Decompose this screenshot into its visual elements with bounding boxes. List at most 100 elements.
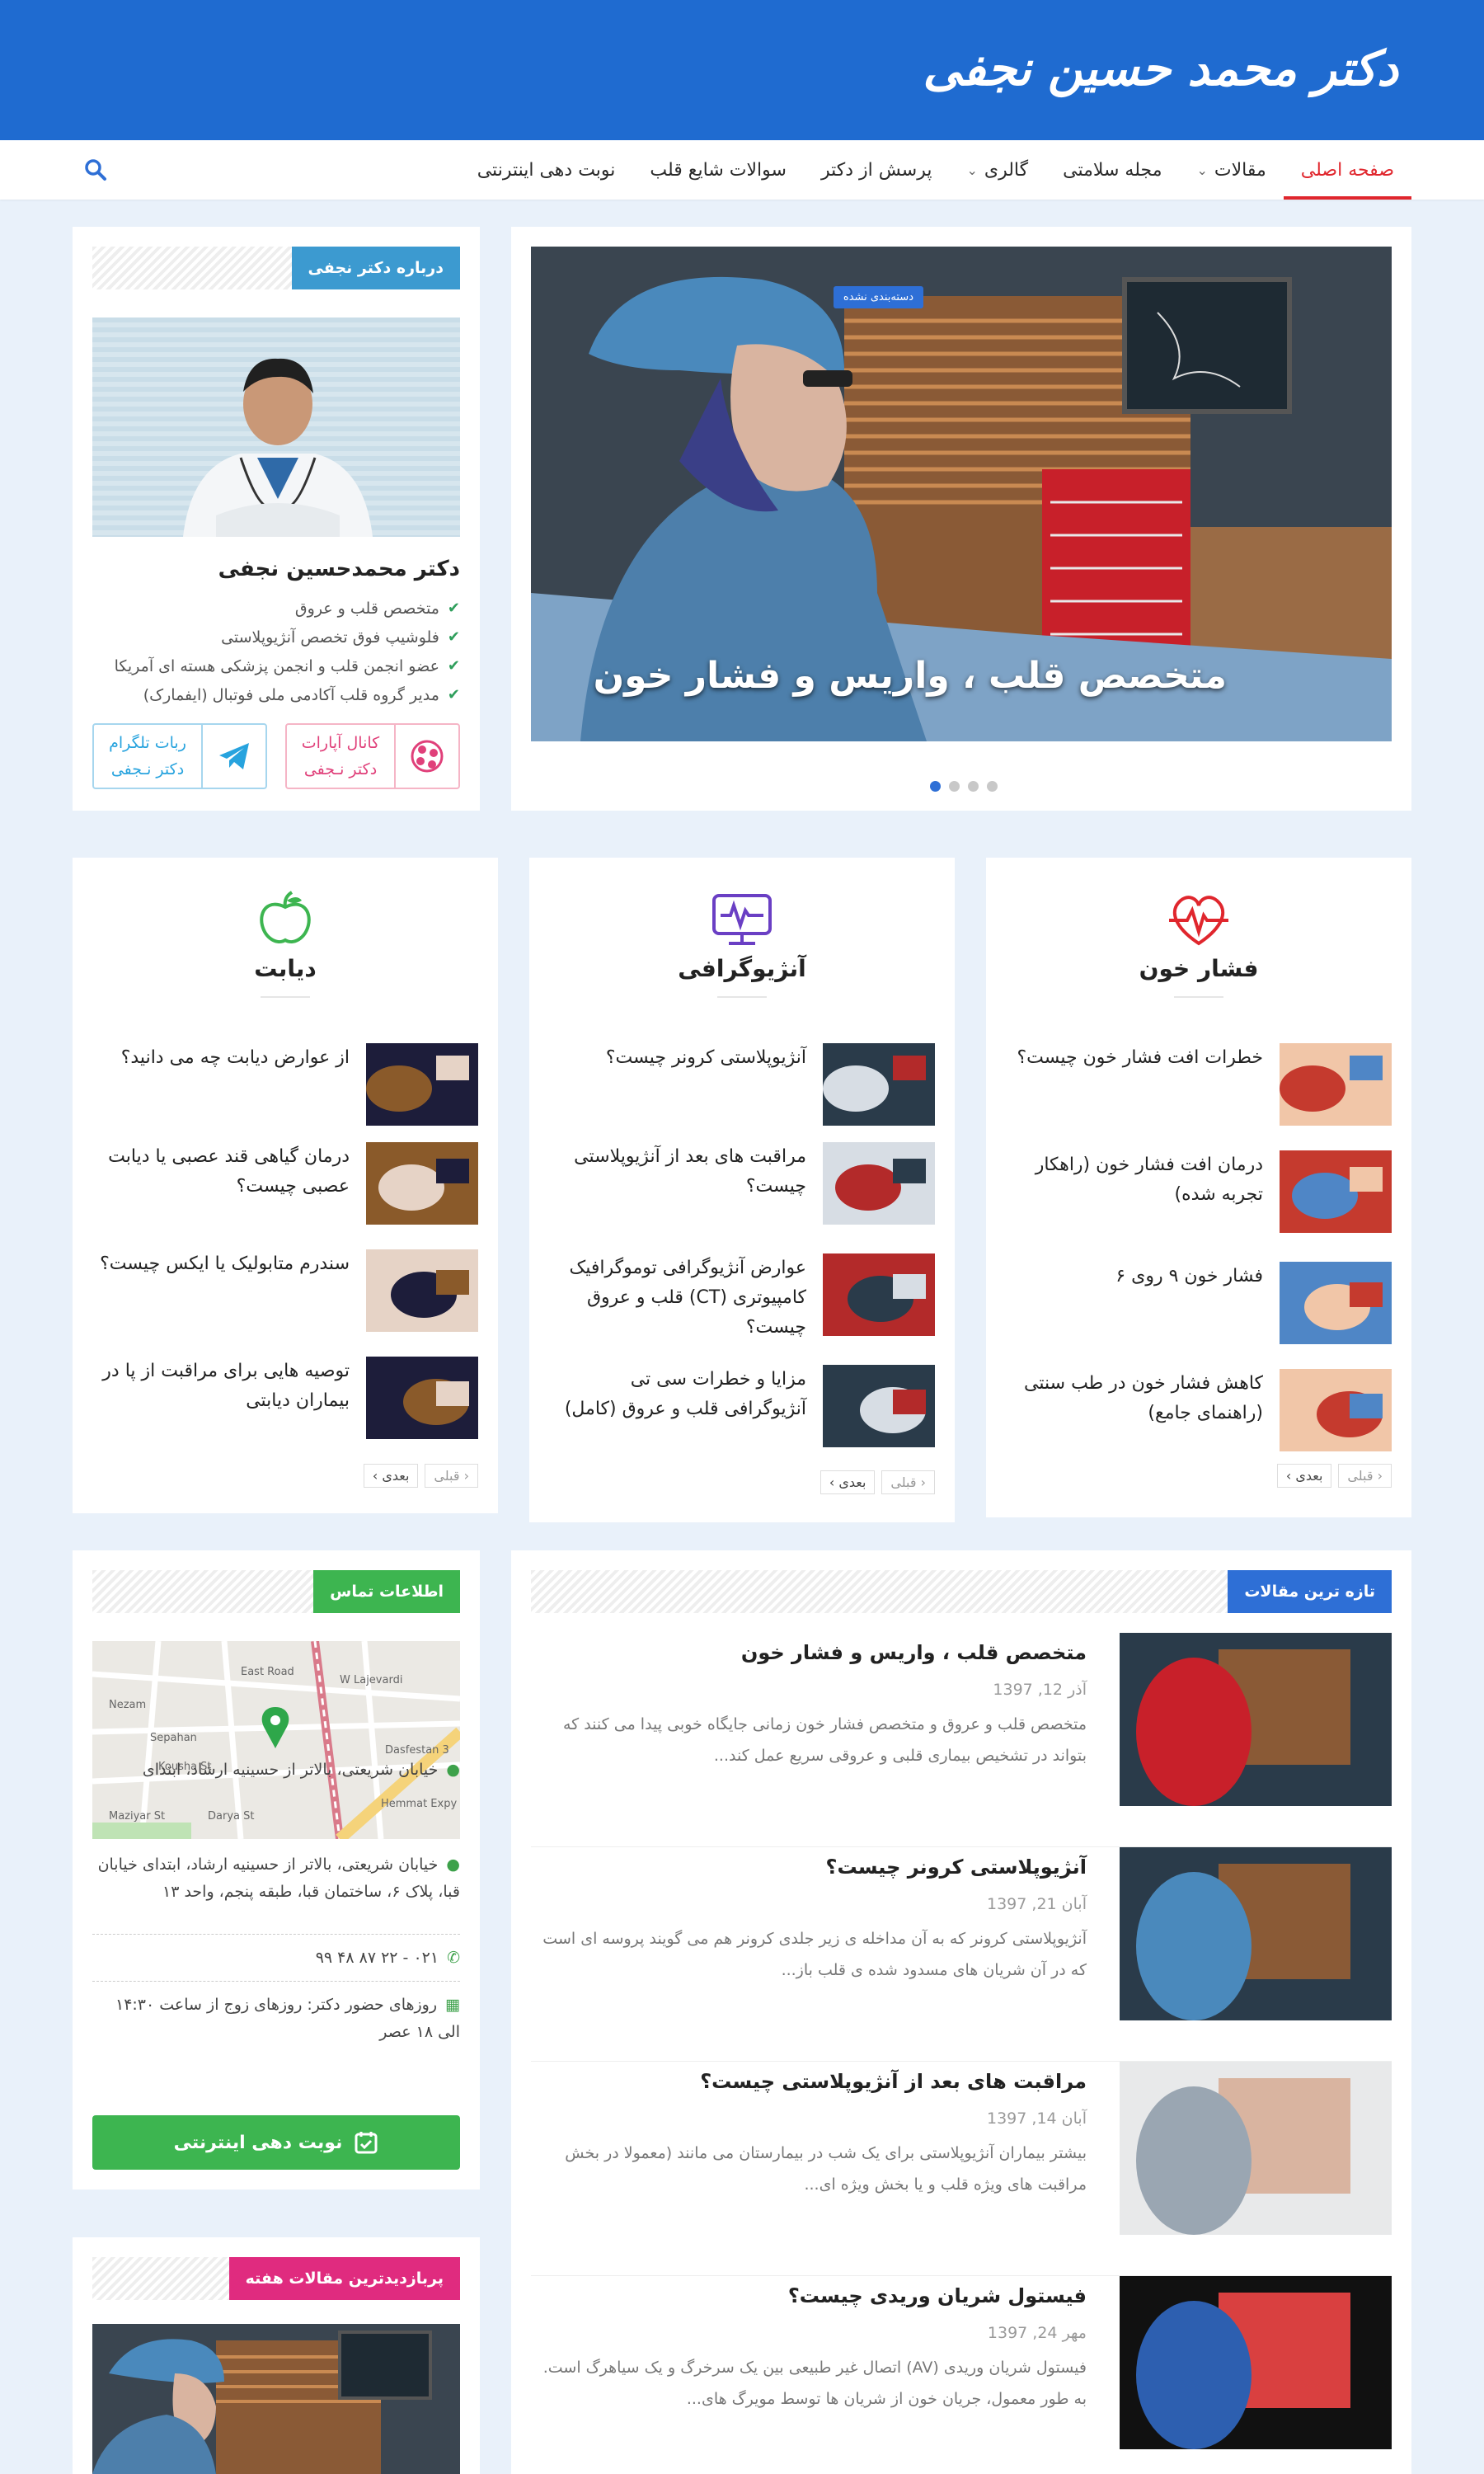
hero-slide[interactable]: دسته‌بندی نشده متخصص قلب ، واریس و فشار … [531, 247, 1392, 741]
category-article[interactable]: از عوارض دیابت چه می دانید؟ [92, 1043, 478, 1129]
check-icon: ✔ [447, 600, 460, 617]
article-thumbnail[interactable] [1280, 1150, 1392, 1233]
article-title[interactable]: سندرم متابولیک یا ایکس چیست؟ [100, 1249, 350, 1335]
calendar-check-icon [355, 2132, 378, 2154]
category-article[interactable]: درمان افت فشار خون (راهکار تجربه شده) [1006, 1150, 1392, 1236]
nav-item-2[interactable]: مجله سلامتی [1045, 140, 1179, 200]
article-thumbnail[interactable] [366, 1142, 478, 1225]
article-title[interactable]: درمان گیاهی قند عصبی یا دیابت عصبی چیست؟ [92, 1142, 350, 1228]
nav-item-0[interactable]: صفحه اصلی [1283, 140, 1411, 200]
article-image[interactable] [1120, 1847, 1392, 2020]
nav-item-3[interactable]: گالری ⌄ [949, 140, 1045, 200]
slider-dot[interactable] [949, 781, 960, 792]
nav-item-4[interactable]: پرسش از دکتر [804, 140, 950, 200]
next-button[interactable]: بعدی › [1276, 1464, 1332, 1488]
site-logo[interactable]: دکتر محمد حسین نجفی [923, 15, 1410, 122]
hero-slider: دسته‌بندی نشده متخصص قلب ، واریس و فشار … [511, 227, 1411, 811]
category-blood-pressure: فشار خون خطرات افت فشار خون چیست؟ درمان ا… [986, 858, 1411, 1517]
credentials-list: ✔ متخصص قلب و عروق ✔ فلوشیپ فوق تخصص آنژیوپ… [115, 594, 460, 709]
prev-button[interactable]: ‹ قبلی [881, 1470, 935, 1494]
article-thumbnail[interactable] [823, 1043, 935, 1126]
next-button[interactable]: بعدی › [819, 1470, 876, 1494]
address-full: ●خیابان شریعتی، بالاتر از حسینیه ارشاد، … [97, 1856, 460, 1901]
map-label: W Lajevardi [340, 1674, 403, 1686]
apple-icon [260, 891, 311, 943]
article-thumbnail[interactable] [823, 1142, 935, 1225]
slider-dot[interactable] [930, 781, 941, 792]
article-title[interactable]: فیستول شریان وریدی چیست؟ [788, 2284, 1087, 2307]
category-article[interactable]: کاهش فشار خون در طب سنتی (راهنمای جامع) [1006, 1369, 1392, 1455]
article-title[interactable]: عوارض آنژیوگرافی توموگرافیک کامپیوتری (C… [549, 1253, 806, 1339]
article-title[interactable]: از عوارض دیابت چه می دانید؟ [121, 1043, 350, 1129]
category-article[interactable]: آنژیوپلاستی کرونر چیست؟ [549, 1043, 935, 1129]
online-booking-button[interactable]: نوبت دهی اینترنتی [92, 2115, 460, 2170]
divider [92, 1981, 460, 1982]
category-title[interactable]: فشار خون [986, 955, 1411, 982]
article-thumbnail[interactable] [1280, 1262, 1392, 1344]
article-thumbnail[interactable] [823, 1253, 935, 1336]
category-article[interactable]: درمان گیاهی قند عصبی یا دیابت عصبی چیست؟ [92, 1142, 478, 1228]
slider-dots [930, 781, 998, 792]
widget-title: اطلاعات تماس [313, 1570, 460, 1613]
article-title[interactable]: درمان افت فشار خون (راهکار تجربه شده) [1006, 1150, 1263, 1236]
divider [717, 996, 767, 998]
doctor-name: دکتر محمدحسین نجفی [218, 557, 460, 581]
next-button[interactable]: بعدی › [363, 1464, 419, 1488]
article-thumbnail[interactable] [823, 1365, 935, 1447]
category-title[interactable]: آنژیوگرافی [529, 955, 955, 982]
article-thumbnail[interactable] [366, 1043, 478, 1126]
article-title[interactable]: آنژیوپلاستی کرونر چیست؟ [826, 1856, 1087, 1879]
slider-dot[interactable] [968, 781, 979, 792]
nav-item-5[interactable]: سوالات شایع قلب [632, 140, 804, 200]
category-article[interactable]: سندرم متابولیک یا ایکس چیست؟ [92, 1249, 478, 1335]
article-title[interactable]: فشار خون ۹ روی ۶ [1115, 1262, 1263, 1348]
header-stripe [92, 247, 315, 289]
article-title[interactable]: متخصص قلب ، واریس و فشار خون [741, 1641, 1087, 1664]
slide-title[interactable]: متخصص قلب ، واریس و فشار خون [594, 655, 1227, 697]
prev-button[interactable]: ‹ قبلی [425, 1464, 478, 1488]
article-card: مراقبت های بعد از آنژیوپلاستی چیست؟ آبان … [531, 2062, 1392, 2276]
article-image[interactable] [1120, 2276, 1392, 2449]
widget-title: پربازدیدترین مقالات هفته [228, 2257, 460, 2300]
category-article[interactable]: عوارض آنژیوگرافی توموگرافیک کامپیوتری (C… [549, 1253, 935, 1339]
article-title[interactable]: توصیه هایی برای مراقبت از پا در بیماران … [92, 1357, 350, 1442]
slider-dot[interactable] [987, 781, 998, 792]
article-thumbnail[interactable] [1280, 1043, 1392, 1126]
article-thumbnail[interactable] [366, 1249, 478, 1332]
article-thumbnail[interactable] [1280, 1369, 1392, 1451]
telegram-bot-button[interactable]: ربات تلگرام دکتر نـجفی [92, 723, 267, 789]
article-title[interactable]: مراقبت های بعد از آنژیوپلاستی چیست؟ [700, 2070, 1087, 2093]
article-title[interactable]: خطرات افت فشار خون چیست؟ [1017, 1043, 1263, 1129]
location-map[interactable]: Nezam Sepahan Kousha St Maziyar St Darya St H… [92, 1641, 460, 1839]
latest-articles: تازه ترین مقالات متخصص قلب ، واریس و فشا… [511, 1550, 1411, 2474]
article-thumbnail[interactable] [366, 1357, 478, 1439]
article-title[interactable]: کاهش فشار خون در طب سنتی (راهنمای جامع) [1006, 1369, 1263, 1455]
category-article[interactable]: توصیه هایی برای مراقبت از پا در بیماران … [92, 1357, 478, 1442]
widget-header: تازه ترین مقالات [531, 1570, 1392, 1613]
article-image[interactable] [1120, 2062, 1392, 2235]
category-article[interactable]: خطرات افت فشار خون چیست؟ [1006, 1043, 1392, 1129]
popular-article-image[interactable] [92, 2324, 460, 2474]
article-title[interactable]: آنژیوپلاستی کرونر چیست؟ [606, 1043, 806, 1129]
category-article[interactable]: فشار خون ۹ روی ۶ [1006, 1262, 1392, 1348]
article-title[interactable]: مراقبت های بعد از آنژیوپلاستی چیست؟ [549, 1142, 806, 1228]
nav-item-1[interactable]: مقالات ⌄ [1180, 140, 1284, 200]
divider [261, 996, 310, 998]
aparat-channel-button[interactable]: کانال آپارات دکتر نـجفی [285, 723, 460, 789]
prev-button[interactable]: ‹ قبلی [1338, 1464, 1392, 1488]
article-image[interactable] [1120, 1633, 1392, 1806]
chevron-down-icon: ⌄ [966, 162, 978, 178]
search-icon[interactable] [82, 157, 109, 183]
category-title[interactable]: دیابت [73, 955, 498, 982]
article-card: فیستول شریان وریدی چیست؟ مهر 24, 1397 فیست… [531, 2276, 1392, 2474]
phone[interactable]: ✆۰۲۱ - ۲۲ ۸۷ ۴۸ ۹۹ [92, 1945, 460, 1972]
credential-item: ✔ فلوشیپ فوق تخصص آنژیوپلاستی [115, 623, 460, 651]
nav-item-6[interactable]: نوبت دهی اینترنتی [460, 140, 633, 200]
article-excerpt: بیشتر بیماران آنژیوپلاستی برای یک شب در … [565, 2144, 1087, 2194]
article-title[interactable]: مزایا و خطرات سی تی آنژیوگرافی قلب و عرو… [549, 1365, 806, 1451]
category-article[interactable]: مراقبت های بعد از آنژیوپلاستی چیست؟ [549, 1142, 935, 1228]
widget-header: درباره دکتر نجفی [92, 247, 460, 289]
category-badge[interactable]: دسته‌بندی نشده [833, 286, 923, 308]
category-article[interactable]: مزایا و خطرات سی تی آنژیوگرافی قلب و عرو… [549, 1365, 935, 1451]
chevron-down-icon: ⌄ [1196, 162, 1208, 178]
